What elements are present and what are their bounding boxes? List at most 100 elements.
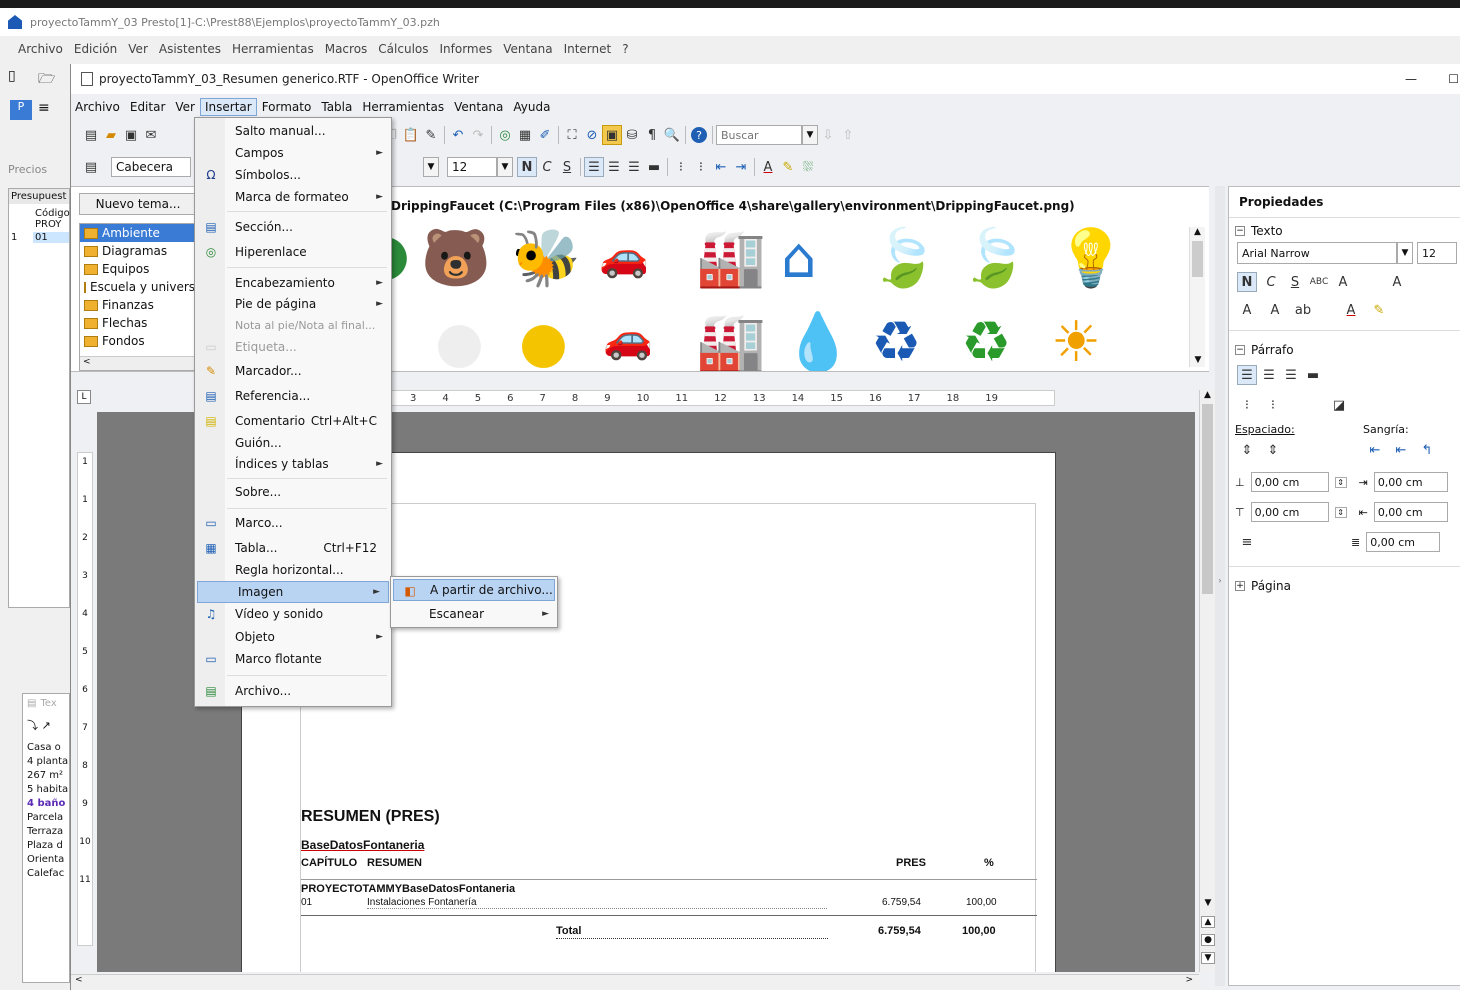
presto-menu-ver[interactable]: Ver [128, 42, 148, 56]
font-name-dropdown-icon[interactable]: ▼ [423, 157, 439, 177]
paste-icon[interactable]: 📋 [401, 125, 421, 145]
styles-icon[interactable]: ▤ [81, 157, 101, 177]
presto-menu-macros[interactable]: Macros [325, 42, 368, 56]
menu-insertar[interactable]: Insertar [199, 98, 257, 116]
menu-archivo[interactable]: ▤ Archivo... [195, 680, 391, 702]
sidebar-align-right-icon[interactable]: ☰ [1281, 365, 1301, 385]
clone-format-icon[interactable]: ✎ [421, 125, 441, 145]
menu-regla-horizontal[interactable]: Regla horizontal... [195, 559, 391, 581]
justify-icon[interactable]: ▬ [644, 157, 664, 177]
email-icon[interactable]: ✉ [141, 125, 161, 145]
sidebar-decrease-indent-icon[interactable]: ⇤ [1391, 440, 1411, 460]
shrink-font-icon[interactable]: A [1265, 300, 1285, 320]
redo-icon[interactable]: ↷ [468, 125, 488, 145]
menu-imagen[interactable]: Imagen ► [197, 581, 389, 603]
sidebar-bold-button[interactable]: N [1237, 272, 1257, 292]
font-size-dropdown-icon[interactable]: ▼ [497, 157, 513, 177]
menu-marca-formateo[interactable]: Marca de formateo ► [195, 186, 391, 208]
font-color-icon[interactable]: A [758, 157, 778, 177]
search-input[interactable] [716, 125, 802, 145]
before-indent-field[interactable]: 0,00 cm [1373, 472, 1448, 492]
leaf-image[interactable]: 🍃 [869, 231, 939, 287]
decrease-spacing-icon[interactable]: ⇕ [1263, 440, 1283, 460]
table-toolbar-icon[interactable]: ▦ [515, 125, 535, 145]
spacing-icon[interactable]: ab [1293, 300, 1313, 320]
factory-image[interactable]: 🏭 [696, 231, 766, 287]
save-icon[interactable]: ▣ [121, 125, 141, 145]
document-hscrollbar[interactable]: < > [71, 974, 1199, 990]
menu-escanear[interactable]: Escanear ► [391, 603, 557, 625]
green-car-image[interactable]: 🚗 [599, 237, 649, 277]
after-indent-field[interactable]: 0,00 cm [1373, 502, 1448, 522]
datasource-icon[interactable]: ⛁ [622, 125, 642, 145]
undo-icon[interactable]: ↶ [448, 125, 468, 145]
sidebar-italic-button[interactable]: C [1261, 272, 1281, 292]
paragraph-background-icon[interactable]: ◪ [1329, 395, 1349, 415]
menu-video-sonido[interactable]: ♫ Vídeo y sonido [195, 603, 391, 625]
menu-hiperenlace[interactable]: ◎ Hiperenlace [195, 241, 391, 263]
menu-ayuda[interactable]: Ayuda [508, 100, 555, 114]
menu-seccion[interactable]: ▤ Sección... [195, 216, 391, 238]
light-image[interactable]: ● [435, 315, 484, 371]
zoom-icon[interactable]: 🔍 [662, 125, 682, 145]
formatting-marks-icon[interactable]: ¶ [642, 125, 662, 145]
menu-etiqueta[interactable]: ▭ Etiqueta... [195, 336, 391, 358]
bullets-icon[interactable]: ⁝ [691, 157, 711, 177]
pagina-section-header[interactable]: + Página [1229, 566, 1460, 597]
car-smoke-image[interactable]: 🚗 [603, 319, 653, 359]
ruler-corner-icon[interactable]: L [77, 390, 91, 404]
align-left-icon[interactable]: ☰ [584, 157, 604, 177]
bee-image[interactable]: 🐝 [511, 231, 581, 287]
presto-menu-ventana[interactable]: Ventana [503, 42, 552, 56]
gallery-icon[interactable]: ▣ [602, 125, 622, 145]
sidebar-numbering-icon[interactable]: ⁝ [1263, 395, 1283, 415]
draw-icon[interactable]: ✐ [535, 125, 555, 145]
highlight-icon[interactable]: ✎ [778, 157, 798, 177]
category-ambiente[interactable]: Ambiente [80, 224, 196, 242]
sidebar-bullets-icon[interactable]: ⁝ [1237, 395, 1257, 415]
presto-menu-help[interactable]: ? [622, 42, 628, 56]
factory-smoke-image[interactable]: 🏭 [696, 315, 766, 371]
menu-herramientas[interactable]: Herramientas [357, 100, 449, 114]
font-name-field[interactable]: Arial Narrow [1237, 242, 1397, 264]
sidebar-font-color-icon[interactable]: A [1341, 300, 1361, 320]
menu-marcador[interactable]: ✎ Marcador... [195, 360, 391, 382]
new-theme-button[interactable]: Nuevo tema... [79, 193, 197, 215]
menu-campos[interactable]: Campos ► [195, 142, 391, 164]
document-vscrollbar[interactable]: ▲ ▼ ▲ ● ▼ [1199, 390, 1215, 972]
sidebar-align-center-icon[interactable]: ☰ [1259, 365, 1279, 385]
bulb-image[interactable]: 💡 [1056, 231, 1126, 287]
menu-tabla[interactable]: Tabla [316, 100, 357, 114]
menu-referencia[interactable]: ▤ Referencia... [195, 385, 391, 407]
hyperlink-toolbar-icon[interactable]: ◎ [495, 125, 515, 145]
menu-indices[interactable]: Índices y tablas ► [195, 453, 391, 475]
paragraph-style-field[interactable]: Cabecera [111, 157, 191, 177]
grow-font-icon[interactable]: A [1237, 300, 1257, 320]
menu-formato[interactable]: Formato [257, 100, 317, 114]
sidebar-align-left-icon[interactable]: ☰ [1237, 365, 1257, 385]
hanging-indent-icon[interactable]: ↰ [1417, 440, 1437, 460]
presto-menu-edicion[interactable]: Edición [74, 42, 117, 56]
find-replace-icon[interactable]: ⛶ [562, 125, 582, 145]
texto-section-header[interactable]: − Texto [1229, 218, 1460, 242]
below-spacing-spinner[interactable]: ⇕ [1334, 506, 1347, 518]
house-image[interactable]: ⌂ [781, 231, 817, 287]
font-size-field[interactable]: 12 [447, 157, 497, 177]
menu-marco-flotante[interactable]: ▭ Marco flotante [195, 648, 391, 670]
globe-image[interactable]: ● [391, 227, 410, 283]
find-previous-icon[interactable]: ⇩ [818, 125, 838, 145]
presto-menu-archivo[interactable]: Archivo [18, 42, 63, 56]
menu-sobre[interactable]: Sobre... [195, 481, 391, 503]
navigator-icon[interactable]: ⊘ [582, 125, 602, 145]
menu-guion[interactable]: Guión... [195, 432, 391, 454]
maximize-button[interactable]: ☐ [1448, 72, 1459, 86]
presto-menu-informes[interactable]: Informes [440, 42, 493, 56]
gallery-vscrollbar[interactable]: ▲ ▼ [1189, 227, 1205, 367]
underline-button[interactable]: S [557, 157, 577, 177]
page-nav-icon[interactable]: ● [1201, 934, 1215, 946]
presto-menu-asistentes[interactable]: Asistentes [159, 42, 221, 56]
menu-objeto[interactable]: Objeto ► [195, 626, 391, 648]
line-spacing-icon[interactable]: ≡ [1237, 532, 1257, 552]
sun-image[interactable]: ● [519, 315, 568, 371]
menu-editar[interactable]: Editar [125, 100, 171, 114]
